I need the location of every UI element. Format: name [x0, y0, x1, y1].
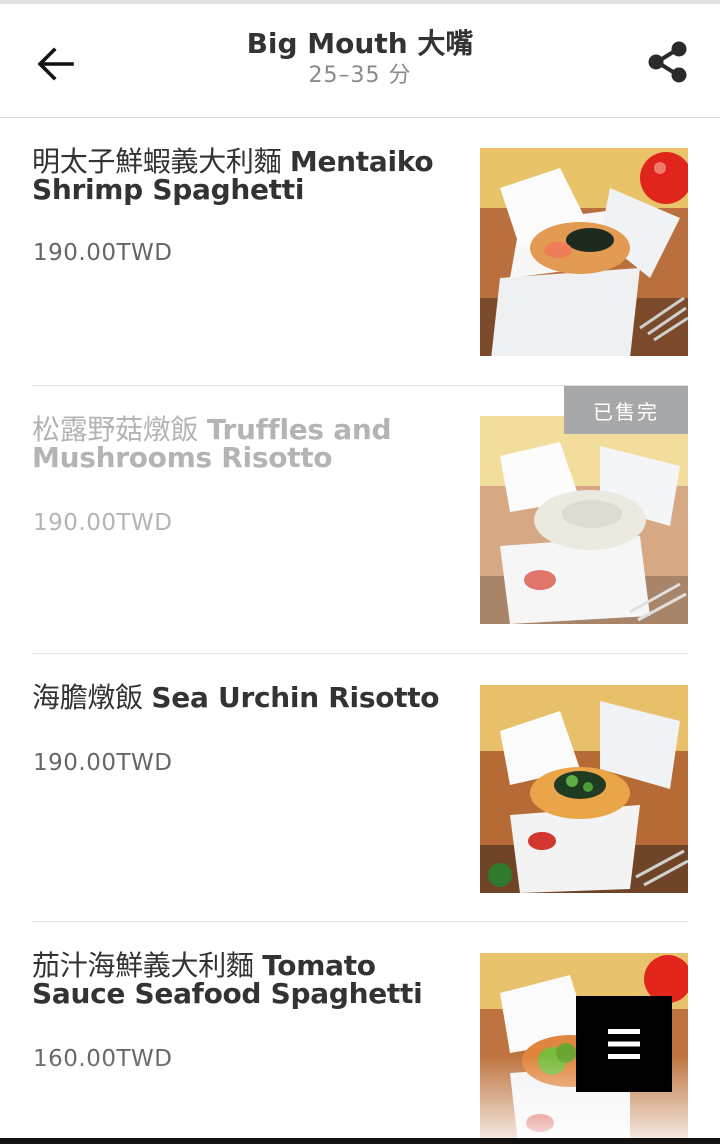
- back-button[interactable]: [30, 38, 82, 90]
- item-name: 茄汁海鮮義大利麵 Tomato Sauce Seafood Spaghetti: [32, 952, 462, 1008]
- menu-item[interactable]: 明太子鮮蝦義大利麵 Mentaiko Shrimp Spaghetti 190.…: [0, 118, 720, 386]
- arrow-left-icon: [37, 47, 74, 81]
- menu-fab-button[interactable]: [576, 996, 672, 1092]
- header-center: Big Mouth 大嘴 25–35 分: [160, 26, 560, 90]
- share-button[interactable]: [642, 36, 694, 88]
- share-icon: [648, 41, 687, 83]
- item-price: 190.00TWD: [33, 750, 173, 776]
- delivery-eta: 25–35 分: [308, 63, 412, 88]
- item-photo: [480, 685, 688, 893]
- item-price: 190.00TWD: [33, 240, 173, 266]
- store-title: Big Mouth 大嘴: [246, 27, 474, 60]
- item-photo: [480, 148, 688, 356]
- app-header: Big Mouth 大嘴 25–35 分: [0, 4, 720, 118]
- item-name-zh: 海膽燉飯: [32, 681, 143, 714]
- hamburger-menu-icon: [608, 1029, 640, 1059]
- sold-out-badge: 已售完: [564, 386, 688, 434]
- item-photo: [480, 416, 688, 624]
- item-name: 明太子鮮蝦義大利麵 Mentaiko Shrimp Spaghetti: [32, 148, 462, 204]
- menu-item[interactable]: 松露野菇燉飯 Truffles and Mushrooms Risotto 19…: [0, 386, 720, 654]
- item-name: 松露野菇燉飯 Truffles and Mushrooms Risotto: [32, 416, 462, 472]
- menu-item[interactable]: 海膽燉飯 Sea Urchin Risotto 190.00TWD: [0, 654, 720, 922]
- item-name-en: Sea Urchin Risotto: [151, 681, 440, 714]
- item-price: 190.00TWD: [33, 510, 173, 536]
- system-nav-edge: [0, 1138, 720, 1144]
- item-price: 160.00TWD: [33, 1046, 173, 1072]
- item-name: 海膽燉飯 Sea Urchin Risotto: [32, 684, 462, 712]
